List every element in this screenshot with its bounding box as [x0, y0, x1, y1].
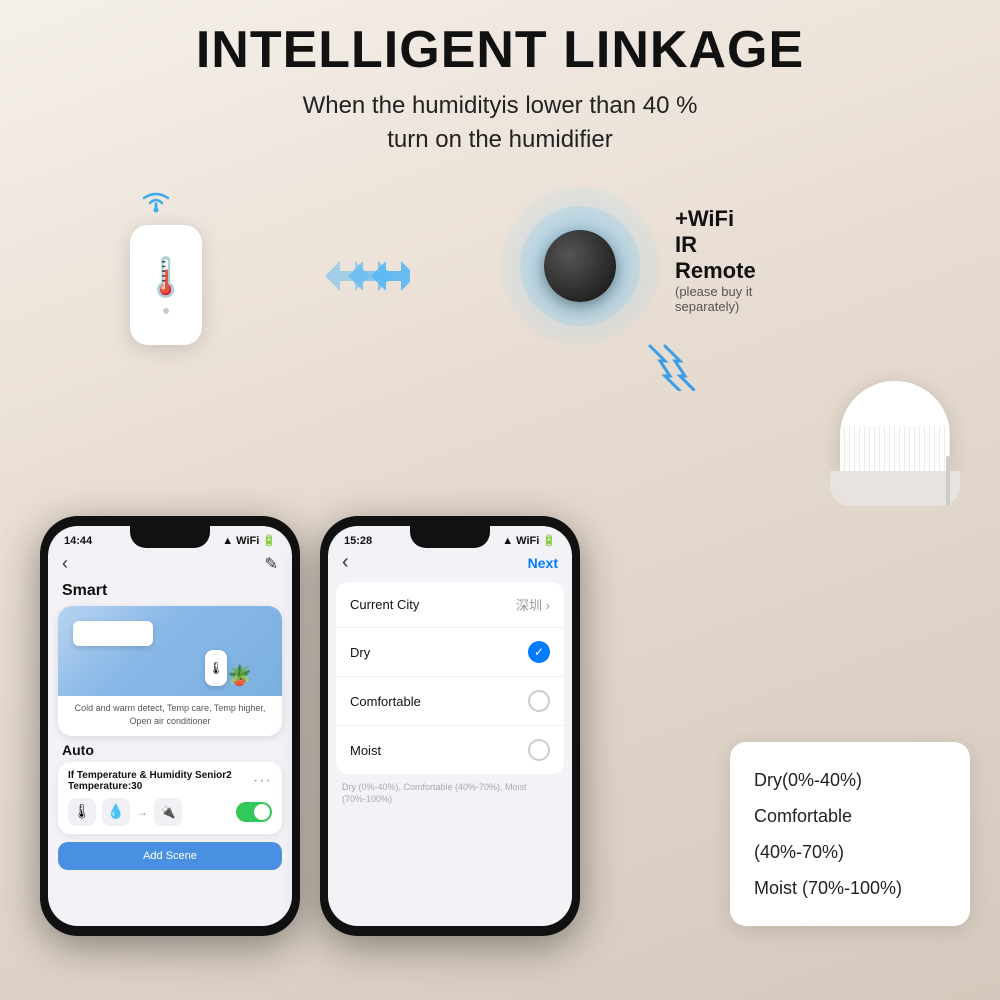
phone-1-notch: [130, 526, 210, 548]
sensor-device: 🌡️: [130, 186, 202, 345]
plant-icon: 🪴: [227, 663, 252, 688]
speaker-mesh: [840, 426, 950, 471]
ac-unit-icon: [73, 621, 153, 646]
header-section: INTELLIGENT LINKAGE When the humidityis …: [0, 0, 1000, 156]
phone-2-next-button[interactable]: Next: [528, 555, 558, 571]
info-panel: Dry(0%-40%) Comfortable (40%-70%) Moist …: [730, 742, 970, 926]
sensor-dot: [163, 308, 169, 314]
phone-1-card-desc: Cold and warm detect, Temp care, Temp hi…: [58, 696, 282, 735]
phone-1-time: 14:44: [64, 535, 92, 547]
info-moist: Moist (70%-100%): [754, 870, 946, 906]
phone-2-time: 15:28: [344, 535, 372, 547]
phone-1-add-scene-button[interactable]: Add Scene: [58, 842, 282, 870]
info-dry: Dry(0%-40%): [754, 762, 946, 798]
phone-2-moist-label: Moist: [350, 743, 381, 758]
speaker-cable: [946, 456, 950, 506]
battery-icon-2: 🔋: [542, 534, 556, 547]
automation-title: If Temperature & Humidity Senior2 Temper…: [68, 770, 253, 792]
ir-button[interactable]: [544, 230, 616, 302]
phone-2-moist-row[interactable]: Moist: [336, 726, 564, 774]
phone-1-nav: ‹ ✎: [48, 547, 292, 580]
phone-2-notch: [410, 526, 490, 548]
phone-2-city-value: 深圳 ›: [516, 595, 550, 614]
arrows-container: [320, 251, 410, 301]
ir-label-main: +WiFi IR Remote: [675, 206, 756, 284]
phone-2-comfortable-label: Comfortable: [350, 694, 421, 709]
info-comfortable: Comfortable (40%-70%): [754, 798, 946, 870]
phone-1-card: 🌡 🪴 Cold and warm detect, Temp care, Tem…: [58, 606, 282, 735]
phone-2-list: Current City 深圳 › Dry ✓ Comfortable Mois…: [336, 582, 564, 774]
phone-2-city-row[interactable]: Current City 深圳 ›: [336, 582, 564, 628]
phone-1-smart-title: Smart: [48, 580, 292, 606]
phone-2-hint: Dry (0%-40%), Comfortable (40%-70%), Moi…: [342, 782, 558, 805]
phone-2-comfortable-row[interactable]: Comfortable: [336, 677, 564, 726]
phone-2-city-label: Current City: [350, 597, 419, 612]
ir-circle: [500, 186, 660, 346]
phone-1: 14:44 ▲ WiFi 🔋 ‹ ✎ Smart 🌡 🪴 Co: [40, 516, 300, 936]
automation-dots-button[interactable]: ···: [253, 772, 272, 790]
auto-thermometer-icon: 🌡: [68, 798, 96, 826]
ir-arrows-bottom: [645, 341, 695, 398]
ir-remote-container: +WiFi IR Remote (please buy it separatel…: [500, 186, 660, 346]
phone-2-nav: ‹ Next: [328, 547, 572, 582]
phone-2-back-button[interactable]: ‹: [342, 551, 349, 574]
phone-2: 15:28 ▲ WiFi 🔋 ‹ Next Current City 深圳 › …: [320, 516, 580, 936]
signal-icon-2: ▲: [502, 535, 513, 547]
phone-1-status-right: ▲ WiFi 🔋: [222, 534, 276, 547]
smart-speaker: [840, 381, 960, 506]
phones-area: 14:44 ▲ WiFi 🔋 ‹ ✎ Smart 🌡 🪴 Co: [0, 516, 1000, 936]
phone-2-comfortable-check[interactable]: [528, 690, 550, 712]
temp-sensor-icon: 🌡: [205, 650, 227, 686]
speaker-body: [840, 381, 950, 471]
automation-icons-row: 🌡 💧 → 🔌: [68, 798, 272, 826]
phone-2-screen: 15:28 ▲ WiFi 🔋 ‹ Next Current City 深圳 › …: [328, 526, 572, 926]
subtitle: When the humidityis lower than 40 % turn…: [0, 89, 1000, 156]
wifi-icon: [138, 186, 174, 221]
subtitle-line1: When the humidityis lower than 40 %: [303, 92, 698, 119]
phone-2-moist-check[interactable]: [528, 739, 550, 761]
phone-1-back-button[interactable]: ‹: [62, 553, 68, 574]
phone-1-automation-card: If Temperature & Humidity Senior2 Temper…: [58, 762, 282, 834]
phone-1-card-image: 🌡 🪴: [58, 606, 282, 696]
main-title: INTELLIGENT LINKAGE: [0, 22, 1000, 79]
wifi-status-icon: WiFi: [236, 535, 259, 547]
ir-label-sub: (please buy it separately): [675, 284, 756, 314]
signal-icon: ▲: [222, 535, 233, 547]
phone-2-status-right: ▲ WiFi 🔋: [502, 534, 556, 547]
sensor-body: 🌡️: [130, 225, 202, 345]
automation-header: If Temperature & Humidity Senior2 Temper…: [68, 770, 272, 792]
scene-area: 🌡️ +WiFi IR Remote (please buy it separa…: [0, 166, 1000, 536]
thermometer-icon: 🌡️: [142, 256, 189, 300]
speaker-base: [830, 471, 960, 506]
auto-arrow-icon: →: [136, 805, 148, 819]
subtitle-line2: turn on the humidifier: [387, 126, 612, 153]
ir-label: +WiFi IR Remote (please buy it separatel…: [675, 206, 756, 314]
phone-2-dry-row[interactable]: Dry ✓: [336, 628, 564, 677]
wifi-icon-2: WiFi: [516, 535, 539, 547]
phone-1-edit-button[interactable]: ✎: [265, 554, 278, 574]
auto-humidity-icon: 💧: [102, 798, 130, 826]
battery-icon: 🔋: [262, 534, 276, 547]
phone-2-dry-label: Dry: [350, 645, 370, 660]
auto-toggle[interactable]: [236, 802, 272, 822]
phone-1-auto-title: Auto: [48, 736, 292, 762]
phone-2-dry-check[interactable]: ✓: [528, 641, 550, 663]
ir-circle-mid: [520, 206, 640, 326]
auto-outlet-icon: 🔌: [154, 798, 182, 826]
phone-1-screen: 14:44 ▲ WiFi 🔋 ‹ ✎ Smart 🌡 🪴 Co: [48, 526, 292, 926]
